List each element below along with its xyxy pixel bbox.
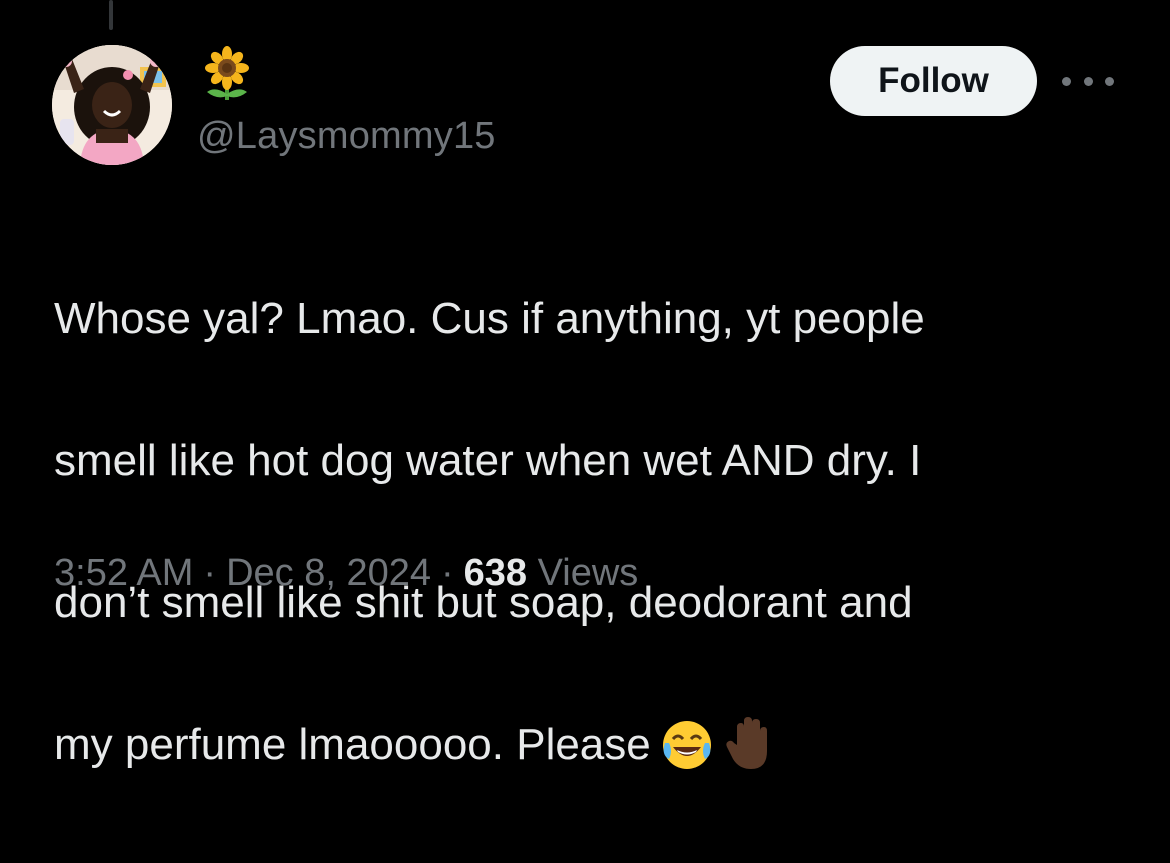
tweet-meta: 3:52 AM · Dec 8, 2024 · 638 Views [54, 545, 638, 601]
tweet-text-line: smell like hot dog water when wet AND dr… [54, 436, 922, 485]
user-handle[interactable]: @Laysmommy15 [197, 112, 496, 160]
sunflower-emoji [205, 46, 249, 100]
views-count[interactable]: 638 [464, 552, 527, 594]
thread-connector-line [109, 0, 113, 30]
tweet-text-line: my perfume lmaooooo. Please [54, 720, 651, 769]
avatar-illustration [52, 45, 172, 165]
tweet-text-last-line: my perfume lmaooooo. Please [54, 709, 1144, 792]
tweet-text-line: Whose yal? Lmao. Cus if anything, yt peo… [54, 294, 925, 343]
display-name-sunflower-icon[interactable] [197, 44, 257, 104]
meta-separator: · [441, 552, 454, 594]
raised-hand-dark-skin-icon [723, 715, 775, 792]
tweet-text: Whose yal? Lmao. Cus if anything, yt peo… [54, 212, 1144, 863]
avatar[interactable] [52, 45, 172, 165]
tweet-time[interactable]: 3:52 AM [54, 552, 193, 594]
meta-separator: · [203, 552, 217, 594]
face-with-tears-of-joy-icon [661, 719, 713, 792]
more-options-icon[interactable] [1062, 66, 1114, 96]
views-label: Views [537, 552, 639, 594]
tweet-date[interactable]: Dec 8, 2024 [226, 552, 431, 594]
follow-button[interactable]: Follow [830, 46, 1037, 116]
